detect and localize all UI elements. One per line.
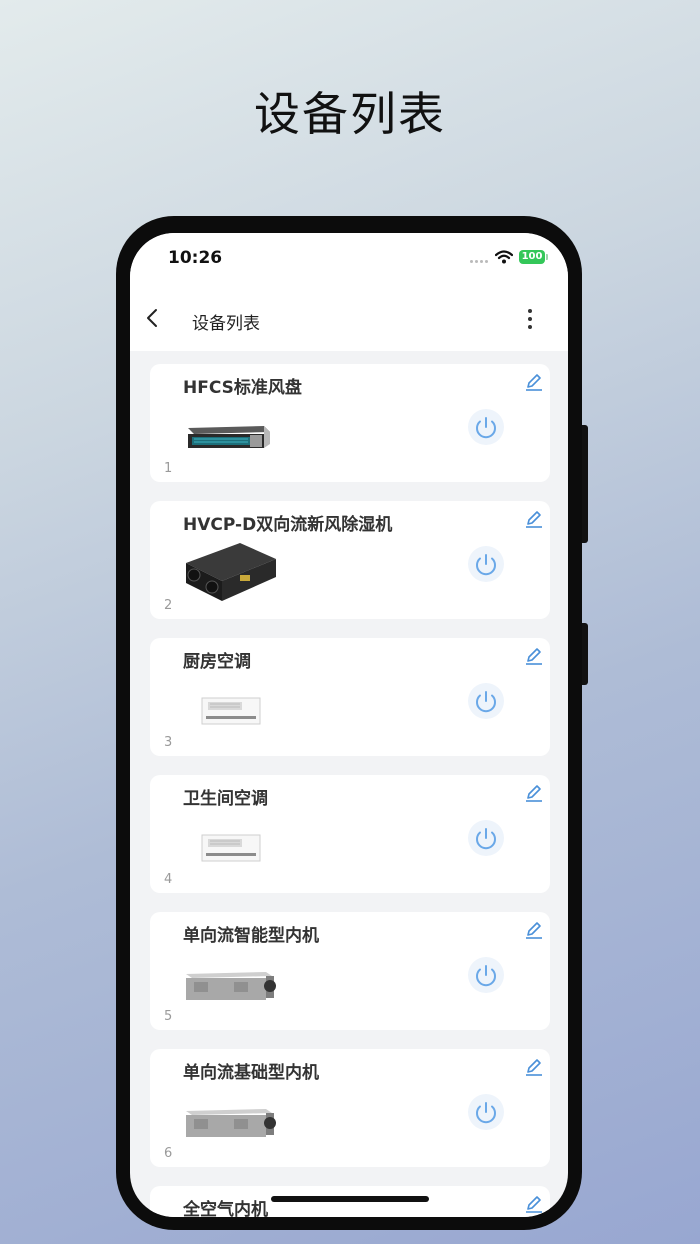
- device-image-ducted-fan-coil: [188, 426, 270, 448]
- power-icon: [476, 828, 496, 850]
- device-image-silver-ventilator: [186, 1109, 276, 1137]
- device-name: 单向流基础型内机: [183, 1063, 319, 1083]
- device-image-white-ceiling-ac: [201, 834, 261, 862]
- phone-screen: 10:26 100 设备列表 HFCS标准风盘 1 HVCP-D双向流新风除湿机…: [130, 233, 568, 1217]
- device-card[interactable]: HFCS标准风盘 1: [150, 364, 550, 482]
- phone-side-button-bottom: [582, 623, 588, 685]
- battery-indicator: 100: [519, 250, 548, 264]
- phone-side-button-top: [582, 425, 588, 543]
- device-image-black-dehumidifier: [186, 543, 276, 601]
- edit-icon[interactable]: [524, 1194, 544, 1214]
- edit-icon[interactable]: [524, 920, 544, 940]
- edit-icon[interactable]: [524, 509, 544, 529]
- power-button[interactable]: [468, 683, 504, 719]
- power-icon: [476, 965, 496, 987]
- power-button[interactable]: [468, 820, 504, 856]
- power-button[interactable]: [468, 546, 504, 582]
- nav-bar: 设备列表: [130, 285, 568, 351]
- device-image-silver-ventilator: [186, 972, 276, 1000]
- power-icon: [476, 691, 496, 713]
- power-icon: [476, 1102, 496, 1124]
- edit-icon[interactable]: [524, 646, 544, 666]
- device-index: 5: [164, 1009, 173, 1024]
- device-name: 卫生间空调: [183, 789, 268, 809]
- device-index: 6: [164, 1146, 173, 1161]
- back-button[interactable]: [142, 307, 164, 329]
- device-card[interactable]: 卫生间空调 4: [150, 775, 550, 893]
- device-card[interactable]: 单向流基础型内机 6: [150, 1049, 550, 1167]
- more-options-button[interactable]: [522, 307, 538, 333]
- status-time: 10:26: [168, 248, 223, 268]
- device-index: 1: [164, 461, 173, 476]
- device-index: 3: [164, 735, 173, 750]
- device-name: 厨房空调: [183, 652, 251, 672]
- device-card[interactable]: HVCP-D双向流新风除湿机 2: [150, 501, 550, 619]
- phone-frame: 10:26 100 设备列表 HFCS标准风盘 1 HVCP-D双向流新风除湿机…: [116, 216, 582, 1230]
- power-button[interactable]: [468, 957, 504, 993]
- status-bar: 10:26 100: [130, 233, 568, 285]
- power-icon: [476, 417, 496, 439]
- wifi-icon: [495, 250, 513, 264]
- device-card[interactable]: 单向流智能型内机 5: [150, 912, 550, 1030]
- power-button[interactable]: [468, 1094, 504, 1130]
- edit-icon[interactable]: [524, 372, 544, 392]
- device-name: HFCS标准风盘: [183, 378, 302, 398]
- edit-icon[interactable]: [524, 783, 544, 803]
- device-index: 4: [164, 872, 173, 887]
- device-name: HVCP-D双向流新风除湿机: [183, 515, 393, 535]
- cellular-signal-icon: [470, 260, 488, 263]
- device-image-white-ceiling-ac: [201, 697, 261, 725]
- home-indicator[interactable]: [271, 1196, 429, 1202]
- device-index: 2: [164, 598, 173, 613]
- hero-title: 设备列表: [254, 87, 446, 141]
- device-card[interactable]: 厨房空调 3: [150, 638, 550, 756]
- edit-icon[interactable]: [524, 1057, 544, 1077]
- device-name: 单向流智能型内机: [183, 926, 319, 946]
- device-name: 全空气内机: [183, 1200, 268, 1217]
- power-icon: [476, 554, 496, 576]
- power-button[interactable]: [468, 409, 504, 445]
- nav-title: 设备列表: [192, 314, 260, 334]
